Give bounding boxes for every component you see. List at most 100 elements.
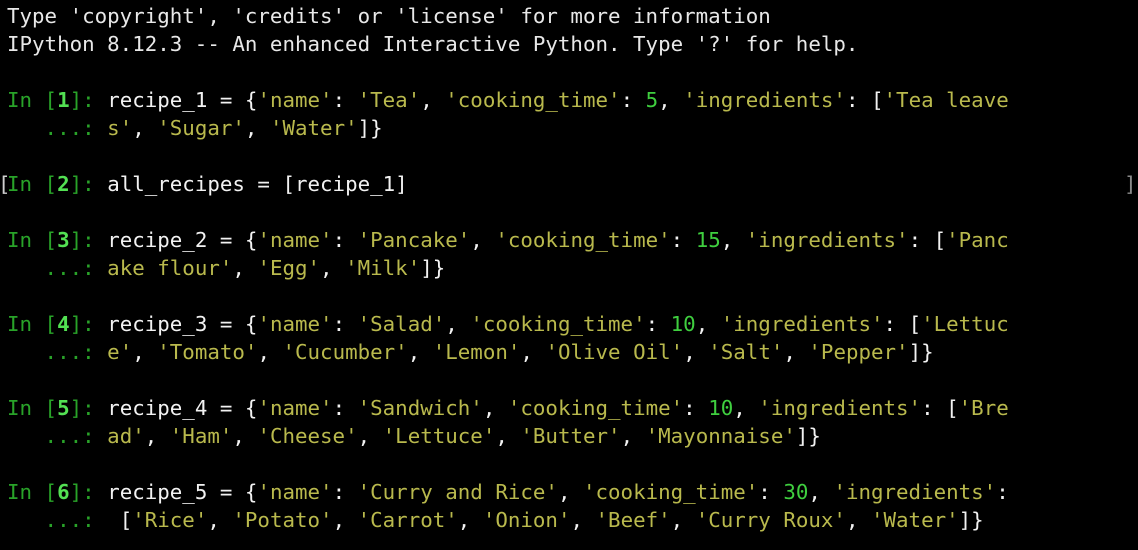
- code-token: recipe_4 = {: [107, 396, 258, 420]
- code-token: ,: [332, 508, 358, 532]
- prompt-label: In [: [7, 172, 58, 196]
- string-literal: 'name': [257, 88, 333, 112]
- code-token: :: [332, 480, 358, 504]
- code-token: :: [332, 88, 358, 112]
- string-literal: ake flour': [107, 256, 233, 280]
- code-token: :: [996, 480, 1009, 504]
- string-literal: 'Carrot': [357, 508, 458, 532]
- string-literal: 'Tomato': [157, 340, 258, 364]
- code-token: ,: [695, 312, 721, 336]
- input-cells: In [1]: recipe_1 = {'name': 'Tea', 'cook…: [0, 86, 1138, 534]
- string-literal: 'Rice': [132, 508, 208, 532]
- number-literal: 5: [645, 88, 659, 112]
- cell-continuation-line[interactable]: ...: ad', 'Ham', 'Cheese', 'Lettuce', 'B…: [0, 422, 1138, 450]
- string-literal: 'Water': [871, 508, 959, 532]
- code-token: ,: [620, 424, 646, 448]
- code-token: ,: [207, 508, 233, 532]
- prompt-label: In [: [7, 312, 58, 336]
- cell-continuation-line[interactable]: ...: s', 'Sugar', 'Water']}: [0, 114, 1138, 142]
- cell-continuation-line[interactable]: ...: e', 'Tomato', 'Cucumber', 'Lemon', …: [0, 338, 1138, 366]
- string-literal: 'Curry and Rice': [357, 480, 558, 504]
- continuation-prompt: ...:: [7, 340, 108, 364]
- code-token: ]}: [420, 256, 446, 280]
- string-literal: 'Sugar': [157, 116, 245, 140]
- code-token: ,: [132, 340, 158, 364]
- string-literal: 'name': [257, 480, 333, 504]
- code-token: ,: [445, 312, 471, 336]
- string-literal: 'Sandwich': [357, 396, 483, 420]
- prompt-number: 6: [57, 480, 70, 504]
- cell-input-line[interactable]: [In [2]: all_recipes = [recipe_1]]: [0, 170, 1138, 198]
- code-token: ,: [407, 340, 433, 364]
- code-token: ,: [783, 340, 809, 364]
- code-token: ,: [320, 256, 346, 280]
- cell-continuation-line[interactable]: ...: ['Rice', 'Potato', 'Carrot', 'Onion…: [0, 506, 1138, 534]
- continuation-prompt: ...:: [7, 116, 108, 140]
- code-token: ,: [232, 424, 258, 448]
- string-literal: 'cooking_time': [583, 480, 759, 504]
- prompt-close: ]:: [69, 312, 108, 336]
- string-literal: 'Tea': [357, 88, 421, 112]
- code-token: :: [645, 312, 671, 336]
- code-token: ,: [457, 508, 483, 532]
- cell-continuation-line[interactable]: ...: ake flour', 'Egg', 'Milk']}: [0, 254, 1138, 282]
- code-token: ,: [520, 340, 546, 364]
- prompt-label: In [: [7, 480, 58, 504]
- code-token: ,: [144, 424, 170, 448]
- code-token: recipe_1 = {: [107, 88, 258, 112]
- code-token: :: [332, 396, 358, 420]
- number-literal: 30: [783, 480, 809, 504]
- prompt-number: 5: [57, 396, 70, 420]
- cell-input-line[interactable]: In [3]: recipe_2 = {'name': 'Pancake', '…: [0, 226, 1138, 254]
- code-token: : [: [908, 228, 947, 252]
- continuation-prompt: ...:: [7, 508, 108, 532]
- code-token: ,: [570, 508, 596, 532]
- string-literal: 'name': [257, 228, 333, 252]
- prompt-number: 1: [57, 88, 70, 112]
- code-token: :: [332, 312, 358, 336]
- banner-line-1: Type 'copyright', 'credits' or 'license'…: [7, 4, 771, 28]
- code-token: ]}: [908, 340, 934, 364]
- string-literal: 'Curry Roux': [695, 508, 846, 532]
- string-literal: 'Potato': [232, 508, 333, 532]
- code-token: ]}: [357, 116, 383, 140]
- code-token: ,: [132, 116, 158, 140]
- prompt-close: ]:: [69, 480, 108, 504]
- code-token: all_recipes = [recipe_1]: [107, 172, 408, 196]
- code-token: : [: [845, 88, 884, 112]
- prompt-number: 4: [57, 312, 70, 336]
- string-literal: 'Salt': [708, 340, 784, 364]
- string-literal: 'Water': [269, 116, 358, 140]
- prompt-label: In [: [7, 88, 58, 112]
- string-literal: 'Lettuce': [382, 424, 496, 448]
- code-token: :: [620, 88, 646, 112]
- cell-input-line[interactable]: In [1]: recipe_1 = {'name': 'Tea', 'cook…: [0, 86, 1138, 114]
- active-cell-marker-right: ]: [1124, 172, 1137, 196]
- code-token: ,: [720, 228, 746, 252]
- cell-input-line[interactable]: In [4]: recipe_3 = {'name': 'Salad', 'co…: [0, 310, 1138, 338]
- string-literal: 'Tea leave: [883, 88, 1009, 112]
- ipython-terminal[interactable]: Type 'copyright', 'credits' or 'license'…: [0, 2, 1138, 550]
- prompt-label: In [: [7, 396, 58, 420]
- string-literal: 'Beef': [595, 508, 671, 532]
- string-literal: 'cooking_time': [445, 88, 621, 112]
- string-literal: 'Olive Oil': [545, 340, 684, 364]
- cell-input-line[interactable]: In [6]: recipe_5 = {'name': 'Curry and R…: [0, 478, 1138, 506]
- code-token: ,: [470, 228, 496, 252]
- string-literal: 'Bre: [958, 396, 1009, 420]
- code-token: ,: [257, 340, 283, 364]
- code-token: recipe_2 = {: [107, 228, 258, 252]
- string-literal: 'cooking_time': [495, 228, 671, 252]
- code-token: ,: [482, 396, 508, 420]
- code-token: :: [670, 228, 696, 252]
- string-literal: ad': [107, 424, 145, 448]
- cell-input-line[interactable]: In [5]: recipe_4 = {'name': 'Sandwich', …: [0, 394, 1138, 422]
- code-token: :: [332, 228, 358, 252]
- code-token: ,: [357, 424, 383, 448]
- code-token: recipe_5 = {: [107, 480, 258, 504]
- string-literal: 'ingredients': [758, 396, 922, 420]
- code-token: :: [683, 396, 709, 420]
